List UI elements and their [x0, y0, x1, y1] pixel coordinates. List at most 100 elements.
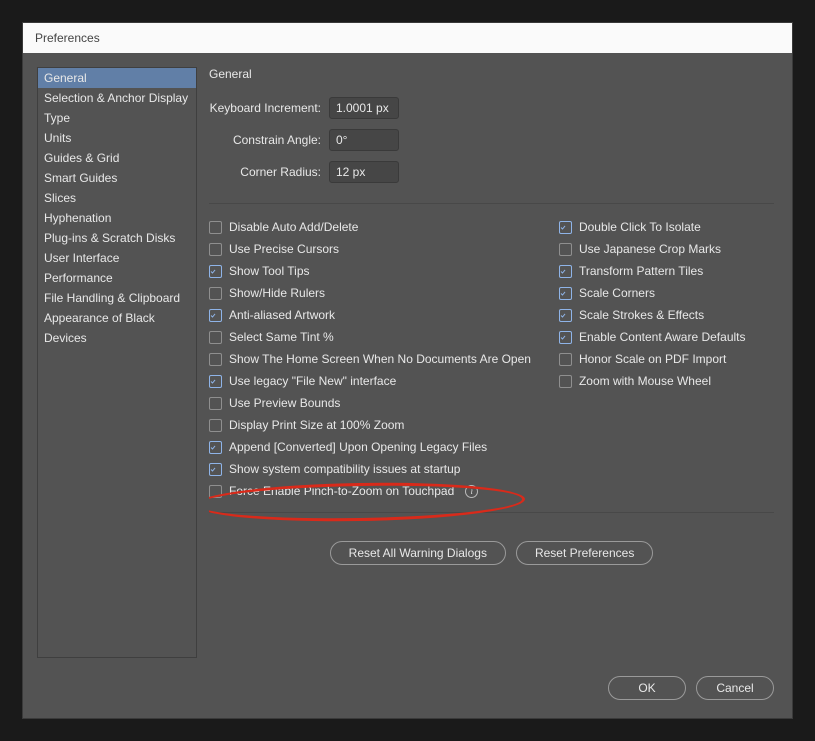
checkbox[interactable] — [209, 375, 222, 388]
sidebar-item[interactable]: Guides & Grid — [38, 148, 196, 168]
checkbox[interactable] — [559, 221, 572, 234]
separator — [209, 203, 774, 204]
checkbox-row[interactable]: Append [Converted] Upon Opening Legacy F… — [209, 436, 531, 458]
checkbox-row[interactable]: Use Preview Bounds — [209, 392, 531, 414]
checkbox[interactable] — [209, 331, 222, 344]
sidebar-item[interactable]: Performance — [38, 268, 196, 288]
constrain-angle-row: Constrain Angle: — [209, 129, 774, 151]
reset-preferences-button[interactable]: Reset Preferences — [516, 541, 653, 565]
sidebar-item[interactable]: Smart Guides — [38, 168, 196, 188]
checkbox-row[interactable]: Show/Hide Rulers — [209, 282, 531, 304]
keyboard-increment-input[interactable] — [329, 97, 399, 119]
checkbox-row[interactable]: Show Tool Tips — [209, 260, 531, 282]
main-area: GeneralSelection & Anchor DisplayTypeUni… — [37, 67, 774, 658]
checkbox[interactable] — [209, 463, 222, 476]
settings-panel: General Keyboard Increment: Constrain An… — [209, 67, 774, 658]
checkbox-label: Select Same Tint % — [229, 330, 334, 344]
panel-title: General — [209, 67, 774, 81]
checkbox[interactable] — [209, 243, 222, 256]
checkbox[interactable] — [559, 243, 572, 256]
checkbox-row[interactable]: Force Enable Pinch-to-Zoom on Touchpad i — [209, 480, 531, 502]
checkbox-columns: Disable Auto Add/Delete Use Precise Curso… — [209, 216, 774, 502]
checkbox[interactable] — [209, 353, 222, 366]
corner-radius-row: Corner Radius: — [209, 161, 774, 183]
checkbox[interactable] — [559, 287, 572, 300]
checkbox-row[interactable]: Use Precise Cursors — [209, 238, 531, 260]
ok-button[interactable]: OK — [608, 676, 686, 700]
reset-warnings-button[interactable]: Reset All Warning Dialogs — [330, 541, 506, 565]
sidebar-item[interactable]: Appearance of Black — [38, 308, 196, 328]
checkbox-row[interactable]: Honor Scale on PDF Import — [559, 348, 774, 370]
keyboard-increment-label: Keyboard Increment: — [209, 101, 329, 115]
sidebar-item[interactable]: Hyphenation — [38, 208, 196, 228]
checkbox-label: Append [Converted] Upon Opening Legacy F… — [229, 440, 487, 454]
checkbox-row[interactable]: Scale Corners — [559, 282, 774, 304]
checkbox-row[interactable]: Scale Strokes & Effects — [559, 304, 774, 326]
sidebar-item[interactable]: Plug-ins & Scratch Disks — [38, 228, 196, 248]
checkbox[interactable] — [209, 309, 222, 322]
checkbox-label: Use legacy "File New" interface — [229, 374, 396, 388]
window-body: GeneralSelection & Anchor DisplayTypeUni… — [23, 53, 792, 718]
checkbox-row[interactable]: Transform Pattern Tiles — [559, 260, 774, 282]
info-icon[interactable]: i — [465, 485, 478, 498]
corner-radius-input[interactable] — [329, 161, 399, 183]
titlebar: Preferences — [23, 23, 792, 53]
checkbox-row[interactable]: Show system compatibility issues at star… — [209, 458, 531, 480]
checkbox-row[interactable]: Disable Auto Add/Delete — [209, 216, 531, 238]
checkbox-row[interactable]: Display Print Size at 100% Zoom — [209, 414, 531, 436]
checkbox[interactable] — [559, 353, 572, 366]
checkbox[interactable] — [559, 309, 572, 322]
checkbox[interactable] — [559, 375, 572, 388]
checkbox-label: Anti-aliased Artwork — [229, 308, 335, 322]
checkbox-row[interactable]: Use legacy "File New" interface — [209, 370, 531, 392]
sidebar-item[interactable]: General — [38, 68, 196, 88]
category-sidebar[interactable]: GeneralSelection & Anchor DisplayTypeUni… — [37, 67, 197, 658]
checkbox-row[interactable]: Anti-aliased Artwork — [209, 304, 531, 326]
checkbox-label: Show The Home Screen When No Documents A… — [229, 352, 531, 366]
checkbox[interactable] — [209, 265, 222, 278]
checkbox[interactable] — [209, 221, 222, 234]
checkbox-label: Honor Scale on PDF Import — [579, 352, 726, 366]
checkbox-row[interactable]: Enable Content Aware Defaults — [559, 326, 774, 348]
reset-buttons-row: Reset All Warning Dialogs Reset Preferen… — [209, 541, 774, 565]
checkbox-row[interactable]: Select Same Tint % — [209, 326, 531, 348]
checkbox-label: Disable Auto Add/Delete — [229, 220, 358, 234]
corner-radius-label: Corner Radius: — [209, 165, 329, 179]
checkbox-label: Enable Content Aware Defaults — [579, 330, 746, 344]
checkbox-label: Zoom with Mouse Wheel — [579, 374, 711, 388]
checkbox[interactable] — [209, 287, 222, 300]
checkbox[interactable] — [559, 265, 572, 278]
checkbox[interactable] — [209, 441, 222, 454]
sidebar-item[interactable]: Devices — [38, 328, 196, 348]
checkbox-row[interactable]: Use Japanese Crop Marks — [559, 238, 774, 260]
checkbox-label: Double Click To Isolate — [579, 220, 701, 234]
checkbox-label: Show system compatibility issues at star… — [229, 462, 460, 476]
checkbox-row[interactable]: Zoom with Mouse Wheel — [559, 370, 774, 392]
checkbox[interactable] — [209, 485, 222, 498]
sidebar-item[interactable]: Type — [38, 108, 196, 128]
checkbox-row[interactable]: Show The Home Screen When No Documents A… — [209, 348, 531, 370]
checkbox[interactable] — [209, 397, 222, 410]
sidebar-item[interactable]: Units — [38, 128, 196, 148]
checkbox-row[interactable]: Double Click To Isolate — [559, 216, 774, 238]
preferences-window: Preferences GeneralSelection & Anchor Di… — [22, 22, 793, 719]
constrain-angle-input[interactable] — [329, 129, 399, 151]
checkbox-label: Use Precise Cursors — [229, 242, 339, 256]
keyboard-increment-row: Keyboard Increment: — [209, 97, 774, 119]
sidebar-item[interactable]: Slices — [38, 188, 196, 208]
sidebar-item[interactable]: File Handling & Clipboard — [38, 288, 196, 308]
checks-left-column: Disable Auto Add/Delete Use Precise Curso… — [209, 216, 531, 502]
checkbox-label: Force Enable Pinch-to-Zoom on Touchpad — [229, 484, 454, 498]
checkbox[interactable] — [559, 331, 572, 344]
checkbox-label: Use Preview Bounds — [229, 396, 340, 410]
checkbox-label: Scale Corners — [579, 286, 655, 300]
sidebar-item[interactable]: User Interface — [38, 248, 196, 268]
checkbox-label: Show/Hide Rulers — [229, 286, 325, 300]
checkbox-label: Scale Strokes & Effects — [579, 308, 704, 322]
checkbox-label: Use Japanese Crop Marks — [579, 242, 721, 256]
checks-right-column: Double Click To Isolate Use Japanese Crop… — [559, 216, 774, 502]
checkbox[interactable] — [209, 419, 222, 432]
checkbox-label: Show Tool Tips — [229, 264, 310, 278]
cancel-button[interactable]: Cancel — [696, 676, 774, 700]
sidebar-item[interactable]: Selection & Anchor Display — [38, 88, 196, 108]
